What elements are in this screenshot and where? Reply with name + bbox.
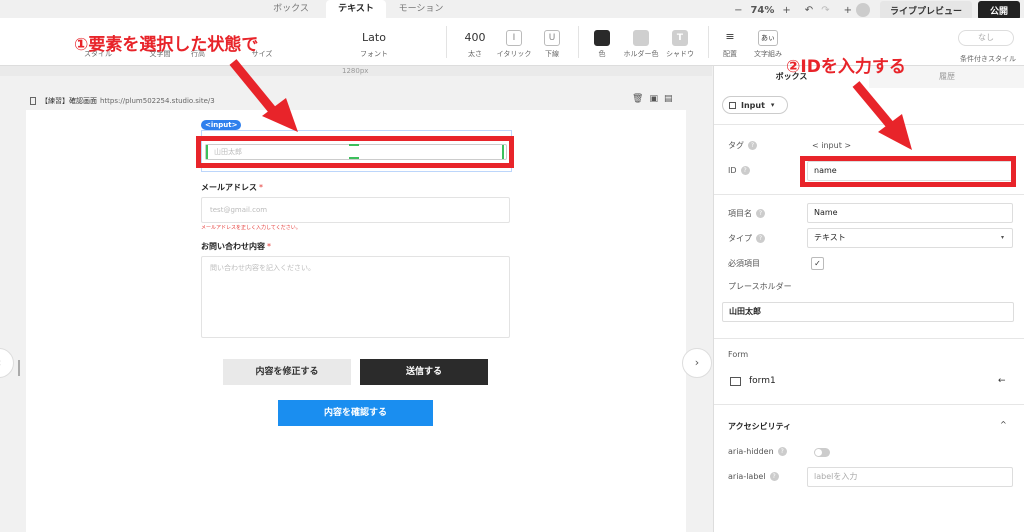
tool-kumi[interactable]: あぃ 文字組み [748, 18, 788, 66]
font-value: Lato [362, 31, 386, 44]
annotation-highlight-input [196, 136, 514, 168]
help-icon[interactable]: ? [748, 141, 757, 150]
conditional-style-label: 条件付きスタイル [960, 55, 1016, 63]
chevron-down-icon: ▾ [770, 101, 775, 109]
aria-hidden-toggle[interactable] [814, 448, 830, 457]
add-user-icon[interactable]: + [844, 5, 852, 16]
aria-label-label: aria-label? [728, 472, 779, 481]
tab-motion[interactable]: モーション [388, 0, 454, 18]
arrow-left-icon[interactable]: ← [998, 376, 1006, 386]
ruler: 1280px [0, 66, 712, 76]
chevron-down-icon: ▾ [1000, 234, 1004, 241]
input-element-chip[interactable]: <input> [201, 120, 242, 130]
divider [714, 124, 1024, 125]
email-field[interactable]: test@gmail.com [201, 197, 510, 223]
input-element-icon [729, 101, 736, 109]
required-label: 必須項目 [728, 259, 760, 268]
type-select[interactable]: テキスト ▾ [807, 228, 1013, 248]
form-section-label: Form [728, 350, 749, 359]
divider [446, 26, 447, 58]
divider [578, 26, 579, 58]
accessibility-title: アクセシビリティ [728, 422, 792, 431]
help-icon[interactable]: ? [777, 447, 787, 456]
tab-box[interactable]: ボックス [258, 0, 324, 18]
color-swatch-icon [594, 30, 610, 46]
tool-underline[interactable]: U 下線 [532, 18, 572, 66]
page-url[interactable]: https://plum502254.studio.site/3 [100, 97, 215, 105]
divider [714, 404, 1024, 405]
kumi-icon: あぃ [758, 30, 778, 46]
page-actions: 🗑 ▣ ▤ [632, 94, 672, 104]
aria-label-input[interactable]: labelを入力 [807, 467, 1013, 487]
export-icon[interactable]: ▤ [664, 94, 673, 104]
publish-button[interactable]: 公開 [977, 0, 1020, 20]
placeholder-label: プレースホルダー [728, 282, 792, 291]
type-label: タイプ? [728, 233, 765, 244]
send-button[interactable]: 送信する [360, 359, 488, 385]
weight-value: 400 [464, 31, 486, 44]
page-url-bar: 【練習】確認画面 https://plum502254.studio.site/… [30, 96, 215, 106]
properties-panel: ボックス 履歴 Input ▾ タグ? < input > ID? name 項… [713, 66, 1024, 532]
next-page-button[interactable]: › [682, 348, 712, 378]
element-type-dropdown[interactable]: Input ▾ [722, 96, 788, 114]
item-name-label: 項目名? [728, 208, 765, 219]
annotation-step1: ①要素を選択した状態で [74, 35, 259, 55]
confirm-content-button[interactable]: 内容を確認する [278, 400, 433, 426]
edit-content-button[interactable]: 内容を修正する [223, 359, 351, 385]
form-link[interactable]: form1 [730, 376, 776, 386]
divider [714, 338, 1024, 339]
tool-italic[interactable]: I イタリック [494, 18, 534, 66]
chevron-up-icon[interactable]: ^ [1000, 420, 1007, 429]
tag-value: < input > [812, 141, 852, 150]
required-checkbox[interactable]: ✓ [811, 257, 824, 270]
tag-label: タグ? [728, 140, 757, 151]
trash-icon[interactable]: 🗑 [632, 94, 643, 104]
help-icon[interactable]: ? [740, 166, 750, 175]
email-error-text: メールアドレスを正しく入力してください。 [201, 225, 301, 231]
underline-icon: U [544, 30, 560, 46]
tab-text[interactable]: テキスト [326, 0, 386, 18]
tool-font[interactable]: Lato フォント [344, 18, 404, 66]
page-title: 【練習】確認画面 [41, 97, 97, 105]
divider [714, 194, 1024, 195]
undo-icon[interactable]: ↶ [805, 5, 813, 16]
zoom-in-button[interactable]: + [782, 5, 790, 16]
item-name-input[interactable]: Name [807, 203, 1013, 223]
shadow-icon: T [672, 30, 688, 46]
align-left-icon: ≡ [725, 30, 735, 43]
italic-icon: I [506, 30, 522, 46]
id-label: ID? [728, 166, 750, 175]
prev-page-button[interactable]: ‹ [0, 348, 14, 378]
redo-icon[interactable]: ↷ [821, 5, 829, 16]
divider [708, 26, 709, 58]
tool-weight[interactable]: 400 太さ [455, 18, 495, 66]
placeholder-input[interactable]: 山田太郎 [722, 302, 1014, 322]
live-preview-button[interactable]: ライブプレビュー [879, 0, 972, 20]
scroll-indicator[interactable] [18, 360, 20, 376]
inquiry-textarea[interactable]: 問い合わせ内容を記入ください。 [201, 256, 510, 338]
page-doc-icon [30, 97, 36, 105]
preview-icon[interactable]: ▣ [649, 94, 658, 104]
annotation-highlight-id [800, 156, 1016, 187]
email-label: メールアドレス * [201, 183, 263, 192]
tool-color[interactable]: 色 [584, 18, 620, 66]
zoom-out-button[interactable]: − [734, 5, 742, 16]
tool-align[interactable]: ≡ 配置 [712, 18, 748, 66]
conditional-style-toggle[interactable]: なし [958, 30, 1014, 46]
ruler-width-label: 1280px [342, 67, 369, 75]
tool-shadow[interactable]: T シャドウ [660, 18, 700, 66]
avatar[interactable] [855, 3, 870, 17]
tool-holder-color[interactable]: ホルダー色 [620, 18, 662, 66]
annotation-step2: ②IDを入力する [786, 57, 906, 77]
form-icon [730, 376, 741, 386]
zoom-level[interactable]: 74% [750, 5, 774, 16]
help-icon[interactable]: ? [756, 209, 765, 218]
holder-color-swatch-icon [633, 30, 649, 46]
top-right-controls: − 74% + ↶ ↷ + ライブプレビュー 公開 [726, 0, 1024, 20]
inquiry-label: お問い合わせ内容 * [201, 242, 271, 251]
help-icon[interactable]: ? [756, 234, 765, 243]
help-icon[interactable]: ? [769, 472, 779, 481]
aria-hidden-label: aria-hidden? [728, 447, 787, 456]
